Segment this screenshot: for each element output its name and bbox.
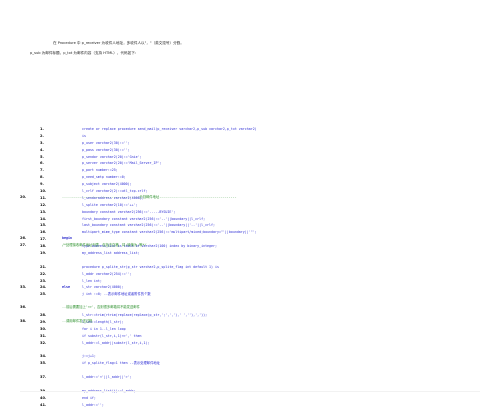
code-line: 32. l_addr:=l_addr||substr(l_str,i,1); bbox=[40, 340, 496, 347]
code-text: for i in 1..l_len loop bbox=[82, 326, 126, 331]
line-number: 5. bbox=[40, 154, 44, 159]
line-number: 9. bbox=[40, 182, 44, 187]
code-line: 6. p_server varchar2(20):='Mail_Server_IP… bbox=[40, 160, 496, 167]
line-number: 1. bbox=[40, 127, 44, 131]
code-line: 20. -------------------------------------… bbox=[20, 194, 480, 201]
code-text: --前后需要加上'<>'，否则很多邮箱将不能发送邮件 bbox=[62, 305, 140, 310]
code-text: --调用邮件发送过程 bbox=[62, 318, 93, 323]
code-text: is bbox=[82, 133, 86, 138]
intro-line-2: p_sub 为邮件标题，p_txt 为邮件内容（支持 HTML），代码如下： bbox=[30, 51, 139, 55]
code-text: ---------------------------------------分… bbox=[62, 194, 237, 199]
line-number: 19. bbox=[40, 251, 47, 256]
code-text: l_addr:=l_addr||substr(l_str,i,1); bbox=[82, 340, 150, 345]
code-line: 9. p_subject varchar2(4000); bbox=[40, 181, 496, 188]
code-line: 30. for i in 1..l_len loop bbox=[40, 326, 496, 333]
line-number: 31. bbox=[40, 333, 47, 338]
code-text: p_need_smtp number:=0; bbox=[82, 175, 126, 180]
code-listing: 1. create or replace procedure send_mail(… bbox=[20, 63, 480, 407]
code-text: else bbox=[62, 284, 70, 289]
line-number: 2. bbox=[40, 133, 44, 138]
intro-line-1: 在 Procedure 中 p_receiver 为收件人地址，多收件人以"，"… bbox=[53, 41, 184, 45]
code-line: 35. if p_splite_flag=1 then --表示处理邮件地址 bbox=[40, 360, 496, 367]
line-number: 41. bbox=[40, 402, 47, 407]
code-text: if p_splite_flag=1 then --表示处理邮件地址 bbox=[82, 361, 160, 366]
code-line: 5. p_sendor varchar2(20):='Gnie'; bbox=[40, 154, 496, 161]
code-line: 8. p_need_smtp number:=0; bbox=[40, 174, 496, 181]
line-number: 6. bbox=[40, 161, 44, 166]
code-text: j:=j+1; bbox=[82, 354, 96, 359]
code-line: 41. l_addr:=''; bbox=[40, 402, 496, 409]
code-line: 15. last_boundary constant varchar2(256):… bbox=[40, 222, 496, 229]
code-text: p_sendor varchar2(20):='Gnie'; bbox=[82, 154, 142, 159]
code-line: 40. end if; bbox=[40, 395, 496, 402]
code-line: 36. --前后需要加上'<>'，否则很多邮箱将不能发送邮件 bbox=[20, 304, 480, 311]
code-text: p_subject varchar2(4000); bbox=[82, 182, 132, 187]
line-number: 33. bbox=[20, 284, 27, 289]
code-text: p_user varchar2(30):=''; bbox=[82, 140, 130, 145]
code-text: l_addr:=''; bbox=[82, 402, 104, 407]
code-line: 21. procedure p_splite_str(p_str varchar2… bbox=[40, 264, 496, 271]
line-number: 14. bbox=[40, 216, 47, 221]
code-text: l_splite varchar2(10):='++'; bbox=[82, 202, 138, 207]
line-number: 22. bbox=[40, 271, 47, 276]
line-number: 34. bbox=[40, 354, 47, 359]
code-text: boundary constant varchar2(256):='-----B… bbox=[82, 209, 176, 214]
line-number: 27. bbox=[20, 243, 27, 248]
line-number: 4. bbox=[40, 147, 44, 152]
line-number: 26. bbox=[20, 236, 27, 241]
code-line: 37. l_addr:='<'||l_addr||'>'; bbox=[40, 374, 496, 381]
code-text: create or replace procedure send_mail(p_… bbox=[82, 127, 257, 131]
code-line: 33. else bbox=[20, 284, 480, 291]
line-number: 35. bbox=[40, 361, 47, 366]
code-text: l_addr:='<'||l_addr||'>'; bbox=[82, 375, 132, 380]
code-line: 22. l_addr varchar2(254):=''; bbox=[40, 271, 496, 278]
line-number: 37. bbox=[40, 375, 47, 380]
code-text: p_server varchar2(20):='Mail_Server_IP'; bbox=[82, 161, 162, 166]
code-text: j int :=0; --表示邮件地址或者附件的个数 bbox=[82, 292, 151, 297]
line-number: 40. bbox=[40, 395, 47, 400]
code-line: 26. begin bbox=[20, 235, 480, 242]
code-line: 12. l_splite varchar2(10):='++'; bbox=[40, 202, 496, 209]
code-line: 3. p_user varchar2(30):=''; bbox=[40, 140, 496, 147]
code-line: 13. boundary constant varchar2(256):='---… bbox=[40, 209, 496, 216]
code-text: procedure p_splite_str(p_str varchar2,p_… bbox=[82, 264, 219, 269]
code-text: end if; bbox=[82, 395, 96, 400]
code-line: 7. p_port number:=25; bbox=[40, 167, 496, 174]
code-text: begin bbox=[62, 236, 72, 241]
line-number: 13. bbox=[40, 209, 47, 214]
code-text: first_boundary constant varchar2(256):='… bbox=[82, 216, 206, 221]
code-line: 27. /*处理接收邮件地址列表，包括去空格、将;转换为,等*/ bbox=[20, 242, 480, 249]
code-line: 1. create or replace procedure send_mail(… bbox=[40, 126, 496, 133]
line-number: 30. bbox=[40, 326, 47, 331]
code-line: 25. j int :=0; --表示邮件地址或者附件的个数 bbox=[40, 291, 496, 298]
code-text: last_boundary constant varchar2(256):='-… bbox=[82, 223, 215, 228]
line-number: 3. bbox=[40, 140, 44, 145]
line-number: 38. bbox=[20, 318, 27, 323]
code-line: 19. my_address_list address_list; bbox=[40, 250, 496, 257]
code-text: l_addr varchar2(254):=''; bbox=[82, 271, 132, 276]
code-line: 38. --调用邮件发送过程 bbox=[20, 318, 480, 325]
code-line: 4. p_pass varchar2(30):=''; bbox=[40, 147, 496, 154]
line-number: 20. bbox=[20, 194, 27, 199]
line-number: 8. bbox=[40, 175, 44, 180]
code-text: if substr(l_str,i,1)<>',' then bbox=[82, 333, 142, 338]
code-line: 2. is bbox=[40, 133, 496, 140]
code-text: p_port number:=25; bbox=[82, 168, 118, 173]
code-text: p_pass varchar2(30):=''; bbox=[82, 147, 130, 152]
divider bbox=[20, 391, 480, 392]
line-number: 12. bbox=[40, 202, 47, 207]
line-number: 36. bbox=[20, 305, 27, 310]
code-text: my_address_list address_list; bbox=[82, 251, 140, 256]
code-line: 34. j:=j+1; bbox=[40, 353, 496, 360]
line-number: 15. bbox=[40, 223, 47, 228]
line-number: 25. bbox=[40, 292, 47, 297]
code-line: 31. if substr(l_str,i,1)<>',' then bbox=[40, 333, 496, 340]
code-text: /*处理接收邮件地址列表，包括去空格、将;转换为,等*/ bbox=[62, 243, 147, 248]
line-number: 21. bbox=[40, 264, 47, 269]
code-line: 14. first_boundary constant varchar2(256)… bbox=[40, 216, 496, 223]
line-number: 32. bbox=[40, 340, 47, 345]
line-number: 7. bbox=[40, 168, 44, 173]
